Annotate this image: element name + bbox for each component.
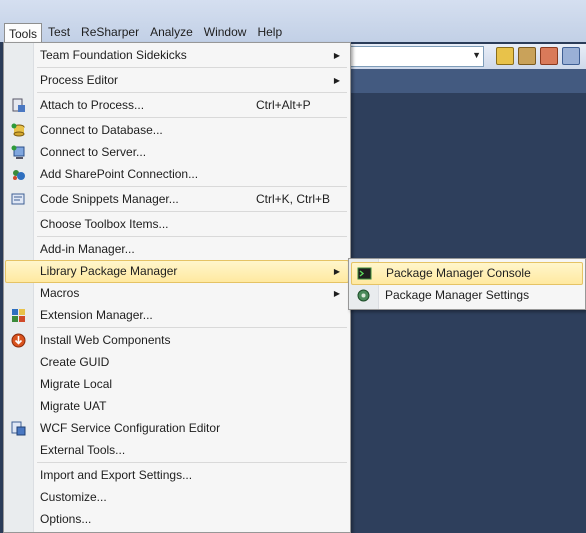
console-icon [357,266,372,281]
menu-item-extension-manager[interactable]: Extension Manager... [6,305,348,326]
menu-item-package-manager-settings[interactable]: Package Manager Settings [351,285,581,306]
menu-item-label: Add SharePoint Connection... [40,167,199,181]
submenu-arrow-icon: ▶ [333,267,340,276]
menu-item-label: WCF Service Configuration Editor [40,421,221,435]
menu-separator [37,462,347,463]
menu-item-label: Add-in Manager... [40,242,135,256]
menu-item-create-guid[interactable]: Create GUID [6,352,348,373]
menu-item-label: Connect to Database... [40,123,163,137]
document-tab-strip [350,69,586,93]
editor-workspace [350,93,586,533]
sharepoint-icon [11,167,26,182]
settings-icon [356,288,371,303]
find-icon[interactable] [496,47,514,65]
database-connect-icon [11,123,26,138]
menu-item-code-snippets-manager[interactable]: Code Snippets Manager... Ctrl+K, Ctrl+B [6,189,348,210]
menu-item-label: Extension Manager... [40,308,153,322]
menu-item-process-editor[interactable]: Process Editor ▶ [6,70,348,91]
menu-item-add-sharepoint-connection[interactable]: Add SharePoint Connection... [6,164,348,185]
install-web-icon [11,333,26,348]
menu-item-connect-to-database[interactable]: Connect to Database... [6,120,348,141]
menu-separator [37,186,347,187]
menu-item-macros[interactable]: Macros ▶ [6,283,348,304]
menu-item-migrate-local[interactable]: Migrate Local [6,374,348,395]
menu-item-label: Customize... [40,490,107,504]
menu-item-wcf-service-configuration-editor[interactable]: WCF Service Configuration Editor [6,418,348,439]
menu-item-label: External Tools... [40,443,126,457]
menu-item-migrate-uat[interactable]: Migrate UAT [6,396,348,417]
toolbox-icon[interactable] [562,47,580,65]
menu-item-label: Attach to Process... [40,98,145,112]
submenu-arrow-icon: ▶ [333,289,340,298]
menu-item-label: Process Editor [40,73,119,87]
menu-tools[interactable]: Tools [4,23,43,43]
menu-help[interactable]: Help [252,22,287,42]
menu-separator [37,236,347,237]
server-connect-icon [11,145,26,160]
menu-item-label: Package Manager Settings [385,288,530,302]
attach-process-icon [11,98,26,113]
menu-separator [37,211,347,212]
menu-item-label: Code Snippets Manager... [40,192,179,206]
menu-item-add-in-manager[interactable]: Add-in Manager... [6,239,348,260]
menu-test[interactable]: Test [43,22,75,42]
menu-item-import-export-settings[interactable]: Import and Export Settings... [6,465,348,486]
menu-bar: Tools Test ReSharper Analyze Window Help [0,0,586,43]
menu-item-label: Import and Export Settings... [40,468,193,482]
tools-menu: Team Foundation Sidekicks ▶ Process Edit… [3,42,351,533]
solution-config-combo[interactable]: ▼ [350,46,484,67]
object-browser-icon[interactable] [540,47,558,65]
library-package-manager-submenu: Package Manager Console Package Manager … [348,258,586,310]
menu-item-label: Package Manager Console [386,266,531,280]
menu-item-package-manager-console[interactable]: Package Manager Console [351,262,583,285]
menu-resharper[interactable]: ReSharper [76,22,144,42]
menu-item-label: Connect to Server... [40,145,147,159]
menu-item-label: Migrate Local [40,377,113,391]
menu-item-customize[interactable]: Customize... [6,487,348,508]
menu-item-label: Install Web Components [40,333,171,347]
submenu-arrow-icon: ▶ [333,51,340,60]
wcf-config-icon [11,421,26,436]
menu-item-install-web-components[interactable]: Install Web Components [6,330,348,351]
chevron-down-icon[interactable]: ▼ [472,50,481,60]
menu-item-choose-toolbox-items[interactable]: Choose Toolbox Items... [6,214,348,235]
menu-separator [37,327,347,328]
menu-separator [37,67,347,68]
menu-item-label: Choose Toolbox Items... [40,217,169,231]
menu-item-connect-to-server[interactable]: Connect to Server... [6,142,348,163]
menu-item-label: Macros [40,286,80,300]
menu-item-label: Options... [40,512,92,526]
menu-item-label: Migrate UAT [40,399,107,413]
menu-item-label: Create GUID [40,355,110,369]
menu-separator [37,92,347,93]
menu-analyze[interactable]: Analyze [145,22,198,42]
properties-icon[interactable] [518,47,536,65]
menu-item-shortcut: Ctrl+Alt+P [256,98,311,112]
menu-item-attach-to-process[interactable]: Attach to Process... Ctrl+Alt+P [6,95,348,116]
extension-icon [11,308,26,323]
menu-item-library-package-manager[interactable]: Library Package Manager ▶ [5,260,349,283]
menu-item-shortcut: Ctrl+K, Ctrl+B [256,192,331,206]
menu-item-external-tools[interactable]: External Tools... [6,440,348,461]
snippets-icon [11,192,26,207]
menu-item-label: Team Foundation Sidekicks [40,48,187,62]
submenu-arrow-icon: ▶ [333,76,340,85]
menu-item-label: Library Package Manager [40,264,178,278]
menu-window[interactable]: Window [199,22,252,42]
menu-item-team-foundation-sidekicks[interactable]: Team Foundation Sidekicks ▶ [6,45,348,66]
menu-separator [37,117,347,118]
menu-item-options[interactable]: Options... [6,509,348,530]
